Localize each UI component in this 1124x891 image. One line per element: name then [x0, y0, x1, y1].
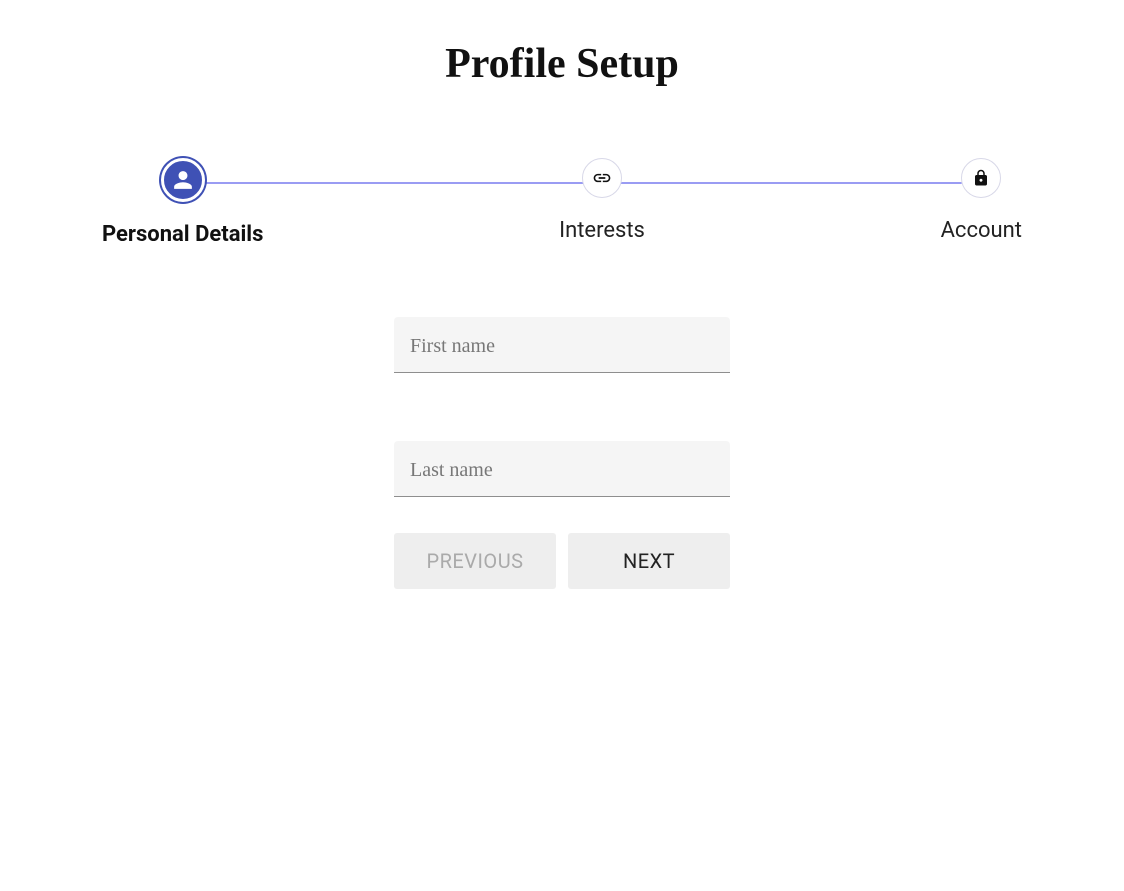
step-interests[interactable]: Interests	[559, 158, 645, 243]
step-account[interactable]: Account	[941, 158, 1022, 243]
next-button[interactable]: Next	[568, 533, 730, 589]
last-name-input[interactable]	[394, 441, 730, 497]
button-row: Previous Next	[394, 533, 730, 589]
first-name-field-wrapper	[394, 317, 730, 373]
step-label: Interests	[559, 218, 645, 243]
user-icon	[161, 158, 205, 202]
link-icon	[582, 158, 622, 198]
step-personal-details[interactable]: Personal Details	[102, 158, 263, 247]
page-title: Profile Setup	[0, 40, 1124, 88]
step-label: Personal Details	[102, 222, 263, 247]
step-label: Account	[941, 218, 1022, 243]
stepper: Personal Details Interests Account	[102, 158, 1022, 247]
first-name-input[interactable]	[394, 317, 730, 373]
lock-icon	[961, 158, 1001, 198]
form-content: Previous Next	[0, 317, 1124, 589]
previous-button[interactable]: Previous	[394, 533, 556, 589]
last-name-field-wrapper	[394, 441, 730, 497]
